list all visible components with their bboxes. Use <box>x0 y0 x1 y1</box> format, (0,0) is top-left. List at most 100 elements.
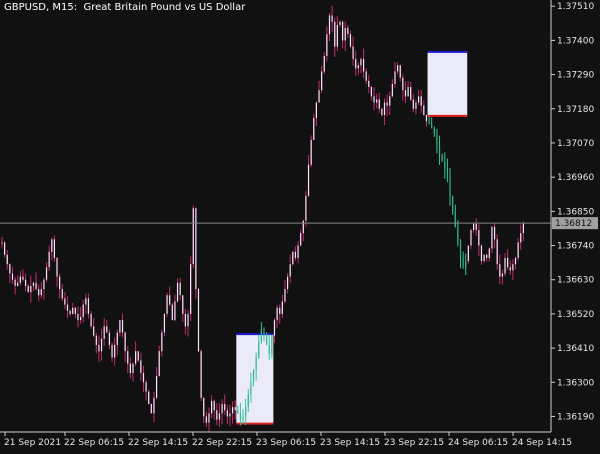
candle-body <box>496 239 498 265</box>
candle-body <box>14 279 16 286</box>
current-price-label: 1.36812 <box>555 219 592 229</box>
candle-body <box>417 96 420 103</box>
candle-body <box>499 264 501 277</box>
candle-body <box>163 313 166 333</box>
candle-body <box>349 34 352 47</box>
candle-body <box>258 341 260 358</box>
candle-body <box>32 282 35 286</box>
candle-body <box>121 320 124 333</box>
candle-body <box>69 310 71 314</box>
candle-body <box>462 257 464 268</box>
candle-body <box>459 242 462 258</box>
candle-body <box>266 335 268 345</box>
candle-body <box>276 307 278 321</box>
candle-body <box>56 257 58 277</box>
candle-body <box>90 313 92 327</box>
candle-body <box>300 233 302 246</box>
candle-body <box>106 326 108 333</box>
chart-window[interactable]: 1.37510 1.37400 1.37290 1.37180 1.37070 1.369… <box>0 0 600 450</box>
candle-body <box>53 239 55 258</box>
candle-body <box>229 413 231 417</box>
candle-body <box>197 289 200 352</box>
candle-body <box>310 139 312 165</box>
price-chart[interactable]: 1.37510 1.37400 1.37290 1.37180 1.37070 1.369… <box>0 0 600 450</box>
candle-body <box>289 264 291 277</box>
candle-body <box>504 257 506 274</box>
candle-body <box>410 87 412 100</box>
candle-body <box>195 208 197 290</box>
price-tick-label: 1.36190 <box>557 412 594 422</box>
candle-body <box>381 108 383 115</box>
candle-body <box>404 90 407 97</box>
candle-body <box>116 332 118 345</box>
candle-body <box>140 360 142 373</box>
candle-body <box>446 167 448 175</box>
candle-body <box>132 363 134 373</box>
candle-body <box>383 102 386 115</box>
candle-body <box>412 99 414 109</box>
candle-body <box>242 416 244 420</box>
candle-body <box>362 59 365 72</box>
time-tick-label: 22 Sep 22:15 <box>192 438 252 448</box>
candle-body <box>281 301 283 314</box>
candle-body <box>72 307 74 314</box>
candle-body <box>142 372 145 383</box>
candle-body <box>22 276 24 280</box>
candle-body <box>111 344 113 358</box>
candle-body <box>124 332 126 352</box>
candle-body <box>491 226 493 249</box>
candle-body <box>391 83 393 97</box>
candle-body <box>1 242 3 244</box>
candle-body <box>342 21 344 41</box>
candle-body <box>184 313 186 327</box>
candle-body <box>480 245 483 262</box>
candle-body <box>352 46 354 60</box>
candle-body <box>17 282 19 286</box>
candle-body <box>239 413 242 420</box>
candle-body <box>263 329 265 336</box>
candle-body <box>205 416 207 423</box>
candle-body <box>297 245 299 258</box>
candle-body <box>114 344 116 358</box>
price-tick-label: 1.36410 <box>557 344 594 354</box>
candle-body <box>145 382 147 392</box>
candle-body <box>514 257 517 265</box>
candle-body <box>182 295 184 314</box>
candle-body <box>386 102 388 106</box>
price-tick-label: 1.37180 <box>557 105 594 115</box>
candle-body <box>465 261 467 268</box>
candle-body <box>100 338 103 352</box>
candle-body <box>321 71 323 91</box>
candle-body <box>273 320 276 336</box>
candle-body <box>318 90 320 103</box>
time-tick-label: 23 Sep 22:15 <box>384 438 444 448</box>
candle-body <box>135 351 137 364</box>
candle-body <box>208 413 210 423</box>
price-tick-label: 1.37070 <box>557 139 594 149</box>
time-tick-label: 24 Sep 06:15 <box>448 438 508 448</box>
candle-body <box>478 229 480 246</box>
candle-body <box>158 351 160 377</box>
candle-body <box>360 59 362 66</box>
candle-body <box>444 161 446 168</box>
price-tick-label: 1.36630 <box>557 276 594 286</box>
candle-body <box>127 351 129 364</box>
axes: 1.37510 1.37400 1.37290 1.37180 1.37070 1.369… <box>0 0 598 448</box>
candle-body <box>226 410 228 417</box>
candle-body <box>368 80 370 88</box>
candle-body <box>252 369 255 383</box>
candle-body <box>305 195 307 221</box>
candle-body <box>473 223 475 230</box>
candle-body <box>441 155 443 162</box>
candle-body <box>45 267 48 280</box>
candle-body <box>119 320 121 333</box>
candle-body <box>517 242 519 258</box>
candle-body <box>174 301 176 321</box>
candle-body <box>431 124 433 128</box>
candle-body <box>213 400 215 411</box>
candle-body <box>486 254 488 258</box>
candle-body <box>334 21 336 47</box>
candle-body <box>420 96 422 106</box>
candle-body <box>378 99 380 109</box>
candle-body <box>150 404 152 414</box>
